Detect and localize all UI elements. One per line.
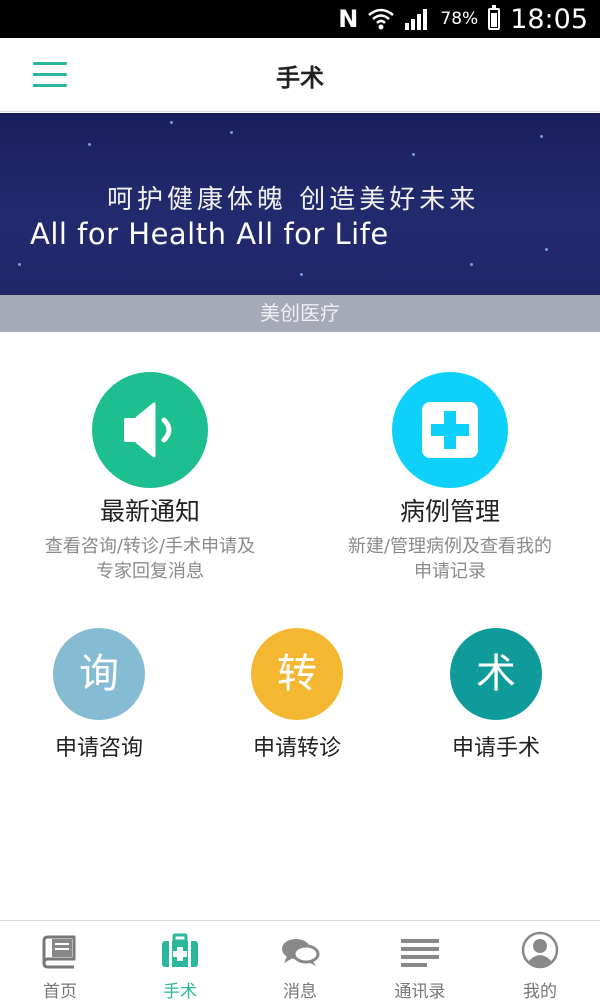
nfc-icon: N bbox=[338, 5, 359, 33]
banner-caption: 美创医疗 bbox=[0, 295, 600, 332]
clock: 18:05 bbox=[510, 3, 588, 35]
medical-plus-icon bbox=[392, 372, 508, 488]
nav-item-surgery[interactable]: 手术 bbox=[120, 921, 240, 1002]
nav-label: 我的 bbox=[523, 982, 557, 1002]
banner-slogan-en: All for Health All for Life bbox=[30, 217, 389, 251]
description-line: 申请记录 bbox=[414, 561, 486, 582]
description-line: 新建/管理病例及查看我的 bbox=[347, 536, 553, 557]
apply-consultation-button[interactable]: 询 申请咨询 bbox=[14, 628, 184, 762]
action-label: 申请咨询 bbox=[54, 736, 143, 761]
promo-banner[interactable]: 呵护健康体魄 创造美好未来 All for Health All for Lif… bbox=[0, 113, 600, 332]
nav-label: 通讯录 bbox=[394, 982, 446, 1002]
feature-description: 查看咨询/转诊/手术申请及 专家回复消息 bbox=[5, 534, 295, 584]
app-header: 手术 bbox=[0, 38, 600, 112]
wifi-icon bbox=[368, 8, 395, 30]
nav-label: 首页 bbox=[43, 982, 77, 1002]
nav-label: 手术 bbox=[163, 982, 197, 1002]
battery-icon bbox=[488, 5, 501, 30]
case-management-card[interactable]: 病例管理 新建/管理病例及查看我的 申请记录 bbox=[305, 372, 595, 584]
banner-slogan-cn: 呵护健康体魄 创造美好未来 bbox=[107, 185, 480, 215]
apply-referral-button[interactable]: 转 申请转诊 bbox=[212, 628, 382, 762]
feature-description: 新建/管理病例及查看我的 申请记录 bbox=[305, 534, 595, 584]
signal-icon bbox=[405, 9, 428, 30]
medical-kit-icon bbox=[120, 927, 240, 969]
nav-item-home[interactable]: 首页 bbox=[0, 921, 120, 1002]
feature-title: 病例管理 bbox=[399, 497, 500, 526]
bottom-nav: 首页 手术 消息 通讯录 我的 bbox=[0, 920, 600, 1002]
nav-item-contacts[interactable]: 通讯录 bbox=[360, 921, 480, 1002]
description-line: 查看咨询/转诊/手术申请及 bbox=[44, 536, 256, 557]
page-title: 手术 bbox=[276, 64, 324, 92]
user-avatar-icon bbox=[480, 927, 600, 969]
nav-label: 消息 bbox=[283, 982, 317, 1002]
apply-surgery-button[interactable]: 术 申请手术 bbox=[411, 628, 581, 762]
battery-percent: 78% bbox=[440, 9, 479, 29]
latest-notifications-card[interactable]: 最新通知 查看咨询/转诊/手术申请及 专家回复消息 bbox=[5, 372, 295, 584]
action-label: 申请转诊 bbox=[252, 736, 341, 761]
action-label: 申请手术 bbox=[451, 736, 540, 761]
feature-title: 最新通知 bbox=[99, 497, 200, 526]
referral-glyph-icon: 转 bbox=[251, 628, 343, 720]
consult-glyph-icon: 询 bbox=[53, 628, 145, 720]
status-bar: N 78% 18:05 bbox=[0, 0, 600, 38]
list-icon bbox=[360, 927, 480, 969]
surgery-glyph-icon: 术 bbox=[450, 628, 542, 720]
nav-item-messages[interactable]: 消息 bbox=[240, 921, 360, 1002]
book-icon bbox=[0, 927, 120, 969]
chat-bubble-icon bbox=[240, 927, 360, 969]
nav-item-mine[interactable]: 我的 bbox=[480, 921, 600, 1002]
speaker-icon bbox=[92, 372, 208, 488]
description-line: 专家回复消息 bbox=[96, 561, 204, 582]
status-icons: N 78% 18:05 bbox=[338, 0, 588, 38]
